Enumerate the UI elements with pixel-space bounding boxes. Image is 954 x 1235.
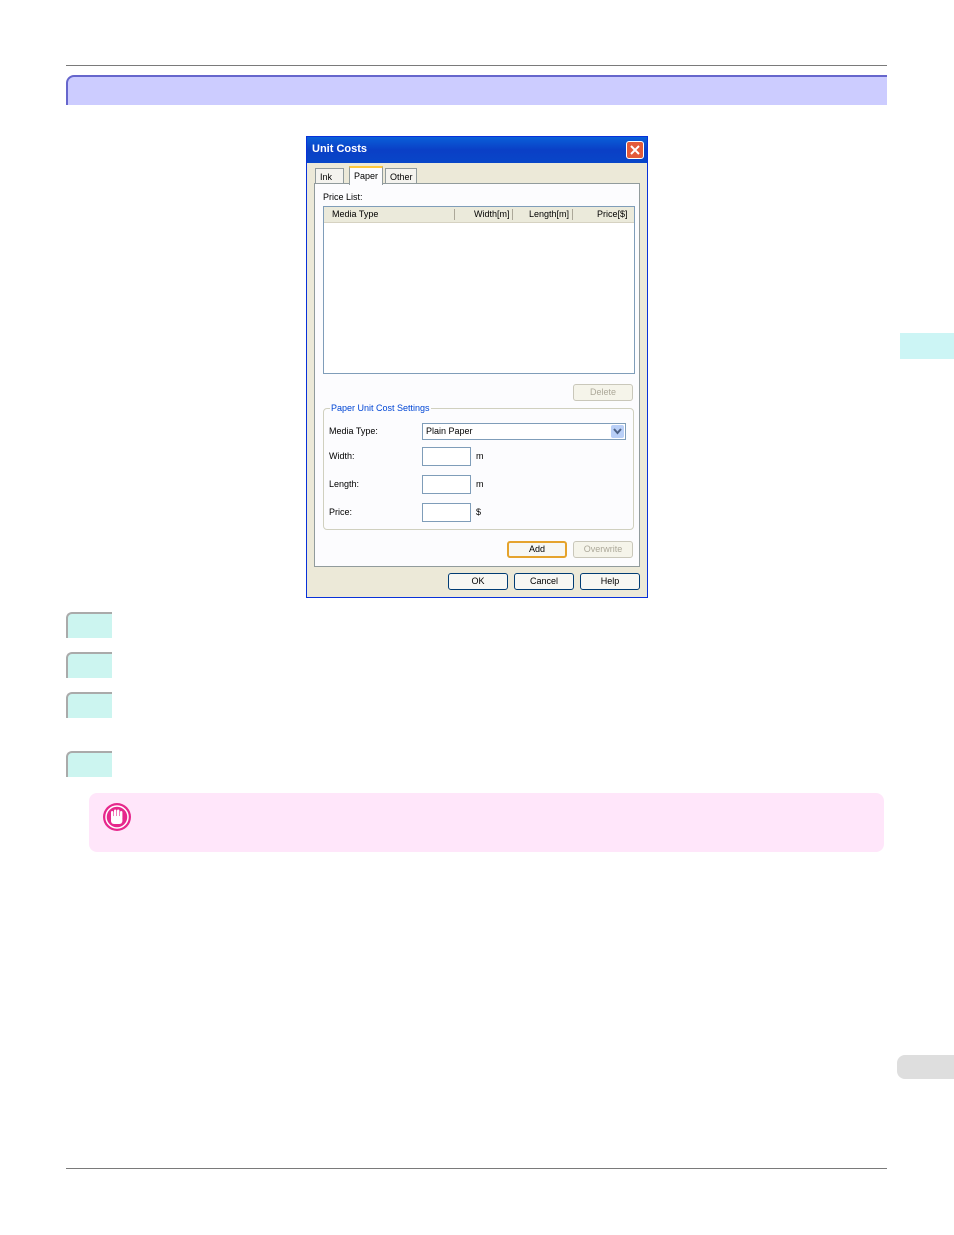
dropdown-button[interactable]	[611, 425, 624, 438]
price-label: Price:	[329, 507, 353, 517]
column-divider[interactable]	[454, 209, 455, 220]
hand-stop-icon	[105, 805, 129, 829]
price-list-label: Price List:	[323, 192, 363, 202]
step-marker	[66, 612, 112, 638]
step-marker	[66, 692, 112, 718]
column-length[interactable]: Length[m]	[529, 209, 569, 219]
unit-costs-dialog: Unit Costs Ink Paper Other Price List: M…	[306, 136, 648, 598]
tab-other-label: Other	[390, 172, 413, 182]
overwrite-button[interactable]: Overwrite	[573, 541, 633, 558]
delete-button[interactable]: Delete	[573, 384, 633, 401]
column-divider[interactable]	[572, 209, 573, 220]
paper-tab-panel: Price List: Media Type Width[m] Length[m…	[314, 183, 640, 567]
group-title: Paper Unit Cost Settings	[330, 403, 431, 413]
help-button[interactable]: Help	[580, 573, 640, 590]
media-type-label: Media Type:	[329, 426, 378, 436]
tab-ink-label: Ink	[320, 172, 333, 182]
column-price[interactable]: Price[$]	[597, 209, 628, 219]
cancel-button[interactable]: Cancel	[514, 573, 574, 590]
chapter-side-tab	[900, 333, 954, 359]
dialog-titlebar[interactable]: Unit Costs	[307, 137, 647, 163]
important-note	[89, 793, 884, 852]
dialog-title: Unit Costs	[312, 143, 367, 155]
price-input[interactable]	[422, 503, 471, 522]
page-side-tab	[897, 1055, 954, 1079]
close-icon	[630, 145, 640, 155]
price-list-header: Media Type Width[m] Length[m] Price[$]	[324, 207, 634, 223]
width-label: Width:	[329, 451, 355, 461]
price-unit: $	[476, 507, 482, 517]
price-list[interactable]: Media Type Width[m] Length[m] Price[$]	[323, 206, 635, 374]
column-media-type[interactable]: Media Type	[332, 209, 378, 219]
section-header-bar	[66, 75, 887, 105]
length-input[interactable]	[422, 475, 471, 494]
width-input[interactable]	[422, 447, 471, 466]
chevron-down-icon	[613, 428, 622, 435]
paper-unit-cost-settings-group: Paper Unit Cost Settings Media Type: Pla…	[323, 403, 634, 530]
ok-button[interactable]: OK	[448, 573, 508, 590]
close-button[interactable]	[626, 141, 644, 159]
tab-paper[interactable]: Paper	[349, 166, 383, 185]
add-button[interactable]: Add	[507, 541, 567, 558]
bottom-rule	[66, 1168, 887, 1169]
width-unit: m	[476, 451, 484, 461]
column-divider[interactable]	[512, 209, 513, 220]
media-type-value: Plain Paper	[426, 426, 473, 436]
length-unit: m	[476, 479, 484, 489]
tab-ink[interactable]: Ink	[315, 168, 344, 184]
tab-other[interactable]: Other	[385, 168, 417, 184]
media-type-select[interactable]: Plain Paper	[422, 423, 626, 440]
step-marker	[66, 652, 112, 678]
length-label: Length:	[329, 479, 360, 489]
column-width[interactable]: Width[m]	[474, 209, 510, 219]
step-marker	[66, 751, 112, 777]
top-rule	[66, 65, 887, 66]
tab-paper-label: Paper	[354, 171, 379, 181]
important-icon	[103, 803, 131, 831]
